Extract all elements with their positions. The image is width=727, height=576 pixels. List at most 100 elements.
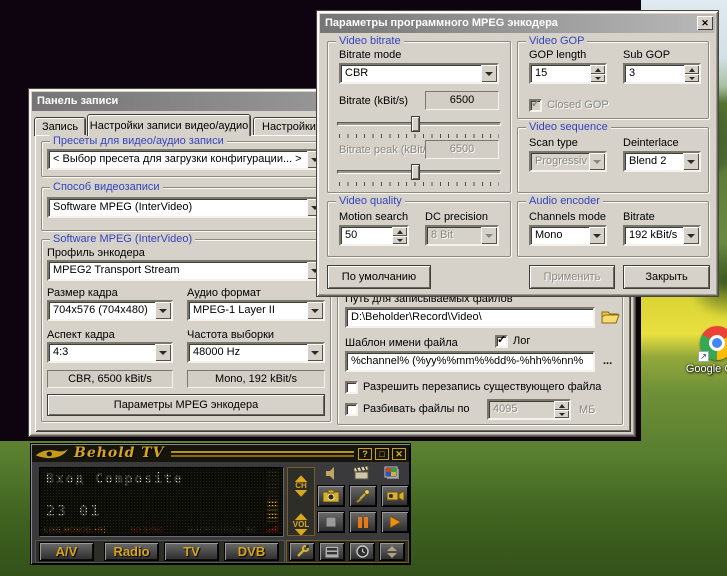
desktop-icon-label: Google Chro <box>682 363 727 375</box>
filename-template-input[interactable]: %channel% (%yy%%mm%%dd%-%hh%%nn% <box>345 351 595 372</box>
mpeg-encoder-dialog: Параметры программного MPEG энкодера ✕ V… <box>316 10 719 297</box>
minimize-button[interactable]: □ <box>375 448 389 460</box>
timer-button[interactable] <box>349 542 375 561</box>
chevron-down-icon[interactable] <box>307 302 323 319</box>
pause-button[interactable] <box>349 511 377 533</box>
snapshot-camera-icon <box>323 490 339 502</box>
tv-mode-indicator[interactable] <box>379 465 405 481</box>
close-button[interactable]: Закрыть <box>623 265 710 289</box>
sub-gop-label: Sub GOP <box>623 49 670 61</box>
sample-rate-label: Частота выборки <box>187 329 274 341</box>
bitrate-value: 6500 <box>425 91 499 110</box>
channel-down-button[interactable] <box>295 490 307 503</box>
audio-format-label: Аудио формат <box>187 287 261 299</box>
help-button[interactable]: ? <box>358 448 372 460</box>
deinterlace-combobox[interactable]: Blend 2 <box>623 151 701 172</box>
frame-size-label: Размер кадра <box>47 287 118 299</box>
preset-combobox[interactable]: < Выбор пресета для загрузки конфигураци… <box>47 149 325 170</box>
audio-format-combobox[interactable]: MPEG-1 Layer II <box>187 300 325 321</box>
spinner-down-icon[interactable] <box>554 410 569 419</box>
gop-length-spinner[interactable]: 15 <box>529 63 607 84</box>
record-method-group-label: Способ видеозаписи <box>50 181 163 194</box>
defaults-button[interactable]: По умолчанию <box>327 265 431 289</box>
template-more-button[interactable]: ... <box>603 355 612 367</box>
chevron-down-icon[interactable] <box>589 227 605 244</box>
chevron-down-icon[interactable] <box>155 344 171 361</box>
spinner-down-icon[interactable] <box>590 74 605 83</box>
shortcut-arrow-icon: ↗ <box>698 351 709 362</box>
record-camera-icon <box>387 490 404 502</box>
chevron-down-icon[interactable] <box>481 65 497 82</box>
tab-record-settings[interactable]: Настройки записи видео/аудио <box>87 114 251 136</box>
mpeg-encoder-params-button[interactable]: Параметры MPEG энкодера <box>47 394 325 416</box>
spinner-up-icon[interactable] <box>392 227 407 236</box>
close-icon[interactable]: ✕ <box>697 16 713 30</box>
bitrate-slider[interactable] <box>337 115 501 139</box>
mode-dvb-button[interactable]: DVB <box>224 542 279 561</box>
settings-button[interactable] <box>289 542 315 561</box>
apply-button[interactable]: Применить <box>529 265 615 289</box>
audio-bitrate-combobox[interactable]: 192 kBit/s <box>623 225 701 246</box>
slider-thumb[interactable] <box>411 116 420 132</box>
slider-thumb[interactable] <box>411 164 420 180</box>
aspect-combobox[interactable]: 4:3 <box>47 342 173 363</box>
dc-precision-combobox[interactable]: 8 Bit <box>425 225 499 246</box>
behold-titlebar[interactable]: Behold TV ? □ ✕ <box>32 445 409 462</box>
titlebar-ornament-lines <box>171 450 354 458</box>
mute-toggle[interactable] <box>319 465 345 481</box>
tab-record[interactable]: Запись <box>34 117 86 136</box>
mode-tv-button[interactable]: TV <box>164 542 219 561</box>
check-icon: ✓ <box>531 97 540 110</box>
chrome-icon: ↗ <box>700 326 727 360</box>
collapse-button[interactable] <box>379 542 405 561</box>
snapshot-button[interactable] <box>317 485 345 507</box>
scan-type-combobox[interactable]: Progressive <box>529 151 607 172</box>
stop-button[interactable] <box>317 511 345 533</box>
audio-bitrate-summary: Mono, 192 kBit/s <box>187 370 325 388</box>
spinner-down-icon[interactable] <box>684 74 699 83</box>
volume-up-button[interactable] <box>295 507 307 520</box>
split-size-spinner[interactable]: 4095 <box>487 399 571 420</box>
audio-record-button[interactable] <box>349 485 377 507</box>
record-method-combobox[interactable]: Software MPEG (InterVideo) <box>47 197 325 218</box>
chevron-down-icon[interactable] <box>155 302 171 319</box>
spinner-up-icon[interactable] <box>590 65 605 74</box>
sample-rate-combobox[interactable]: 48000 Hz <box>187 342 325 363</box>
macrovision-status: MACROVISION <box>188 527 241 534</box>
bitrate-peak-slider[interactable] <box>337 163 501 187</box>
chevron-down-icon[interactable] <box>683 153 699 170</box>
channels-mode-label: Channels mode <box>529 211 606 223</box>
microphone-icon <box>356 489 370 503</box>
bitrate-peak-label: Bitrate peak (kBit/s) <box>339 144 435 156</box>
play-icon <box>390 516 401 528</box>
channels-mode-combobox[interactable]: Mono <box>529 225 607 246</box>
chevron-down-icon[interactable] <box>589 153 605 170</box>
motion-search-spinner[interactable]: 50 <box>339 225 409 246</box>
channel-up-button[interactable] <box>295 469 307 482</box>
browse-folder-button[interactable] <box>601 308 621 326</box>
playlist-button[interactable] <box>319 542 345 561</box>
play-button[interactable] <box>381 511 409 533</box>
sub-gop-spinner[interactable]: 3 <box>623 63 701 84</box>
chevron-down-icon[interactable] <box>481 227 497 244</box>
desktop-icon-google-chrome[interactable]: ↗ Google Chro <box>682 326 727 375</box>
mpeg-dialog-titlebar[interactable]: Параметры программного MPEG энкодера ✕ <box>320 14 715 33</box>
encoder-profile-combobox[interactable]: MPEG2 Transport Stream <box>47 260 325 281</box>
record-path-input[interactable]: D:\Beholder\Record\Video\ <box>345 307 595 328</box>
bitrate-mode-combobox[interactable]: CBR <box>339 63 499 84</box>
scheduler-indicator[interactable] <box>349 465 375 481</box>
spinner-up-icon[interactable] <box>554 401 569 410</box>
folder-open-icon <box>601 308 621 326</box>
video-record-button[interactable] <box>381 485 409 507</box>
chevron-down-icon[interactable] <box>307 344 323 361</box>
close-button[interactable]: ✕ <box>392 448 406 460</box>
chevron-down-icon[interactable] <box>683 227 699 244</box>
frame-size-combobox[interactable]: 704x576 (704x480) <box>47 300 173 321</box>
mode-av-button[interactable]: A/V <box>39 542 94 561</box>
deinterlace-label: Deinterlace <box>623 137 679 149</box>
eye-logo-icon <box>34 446 70 461</box>
mode-radio-button[interactable]: Radio <box>104 542 159 561</box>
spinner-up-icon[interactable] <box>684 65 699 74</box>
gop-length-label: GOP length <box>529 49 586 61</box>
spinner-down-icon[interactable] <box>392 236 407 245</box>
